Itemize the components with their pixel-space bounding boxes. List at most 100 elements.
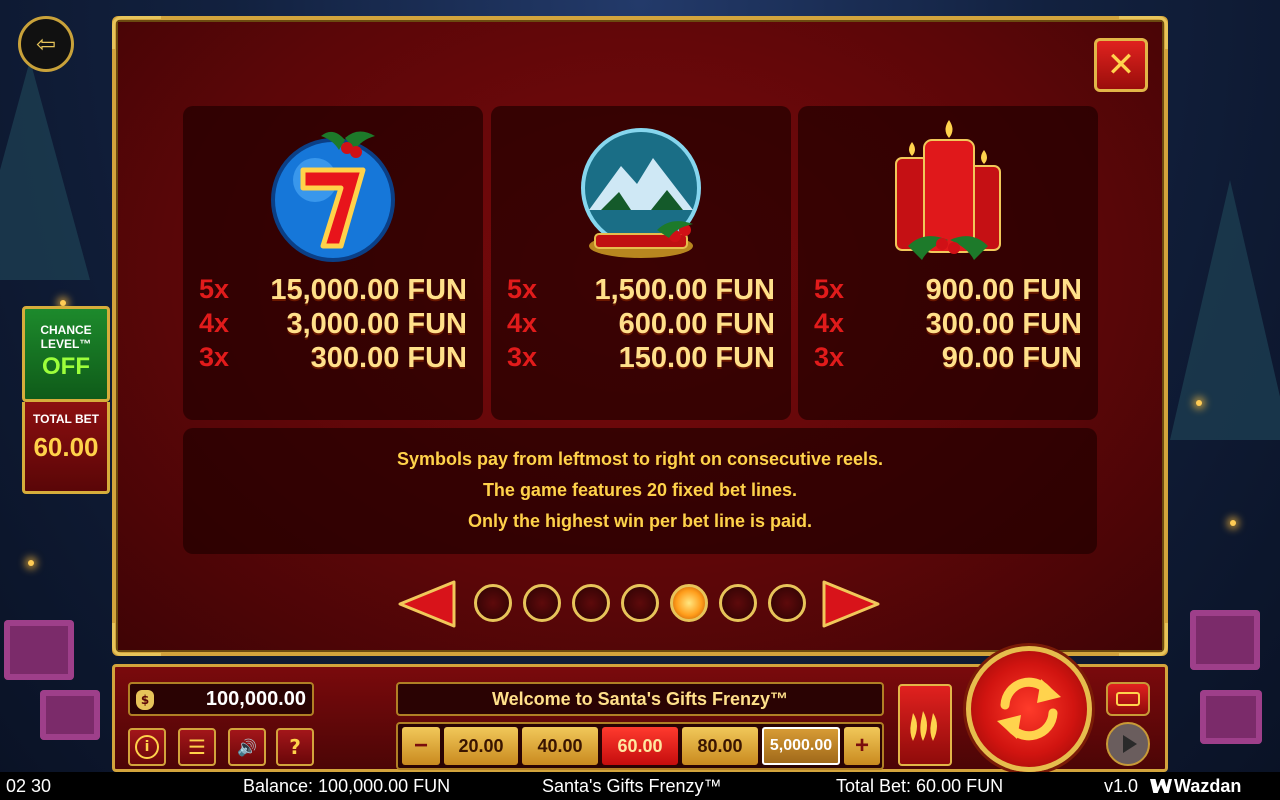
payout-value: 300.00 FUN bbox=[310, 342, 467, 374]
background-tree bbox=[1170, 180, 1280, 440]
payout-value: 300.00 FUN bbox=[925, 308, 1082, 340]
payout-multiplier: 3x bbox=[814, 342, 845, 372]
total-bet-label: TOTAL BET bbox=[33, 412, 99, 426]
frame-ornament bbox=[112, 623, 161, 656]
payout-multiplier: 5x bbox=[814, 274, 845, 304]
page-dot[interactable] bbox=[474, 584, 512, 622]
symbol-panel-snow-globe: 5x 1,500.00 FUN 4x 600.00 FUN 3x 150.00 … bbox=[491, 106, 791, 420]
next-page-arrow-icon[interactable] bbox=[822, 580, 882, 628]
background-gift bbox=[4, 620, 74, 680]
status-balance: Balance: 100,000.00 FUN bbox=[243, 776, 451, 796]
autoplay-button[interactable] bbox=[1106, 722, 1150, 766]
chance-level-value: OFF bbox=[42, 353, 90, 380]
background-gift bbox=[40, 690, 100, 740]
background-light bbox=[28, 560, 34, 566]
bet-option[interactable]: 40.00 bbox=[522, 727, 598, 765]
info-button[interactable]: i bbox=[128, 728, 166, 766]
rules-line: Symbols pay from leftmost to right on co… bbox=[396, 449, 884, 469]
help-icon: ? bbox=[289, 735, 301, 759]
status-total-bet: Total Bet: 60.00 FUN bbox=[836, 776, 1004, 796]
payout-row: 5x 15,000.00 FUN bbox=[199, 274, 467, 308]
exit-icon: ⇦ bbox=[35, 30, 57, 58]
close-icon: ✕ bbox=[1106, 45, 1136, 85]
turbo-button[interactable] bbox=[898, 684, 952, 766]
background-light bbox=[1196, 400, 1202, 406]
sound-button[interactable]: 🔊 bbox=[228, 728, 266, 766]
brand-name: Wazdan bbox=[1174, 776, 1242, 796]
previous-page-arrow-icon[interactable] bbox=[396, 580, 456, 628]
menu-icon: ☰ bbox=[188, 735, 206, 759]
background-light bbox=[1230, 520, 1236, 526]
payout-row: 4x 3,000.00 FUN bbox=[199, 308, 467, 342]
status-bar: 02 30 Balance: 100,000.00 FUN Santa's Gi… bbox=[0, 772, 1280, 800]
chance-level-label: CHANCE LEVEL™ bbox=[40, 323, 92, 351]
clock: 02 30 bbox=[6, 776, 52, 796]
rules-line: The game features 20 fixed bet lines. bbox=[482, 480, 798, 500]
frame-ornament bbox=[1119, 623, 1168, 656]
bet-selector: − 20.00 40.00 60.00 80.00 5,000.00 + bbox=[396, 722, 884, 770]
message-display: Welcome to Santa's Gifts Frenzy™ bbox=[396, 682, 884, 716]
payout-value: 15,000.00 FUN bbox=[270, 274, 467, 306]
balance-display: $ 100,000.00 bbox=[128, 682, 314, 716]
bet-option[interactable]: 80.00 bbox=[682, 727, 758, 765]
bet-option-custom[interactable]: 5,000.00 bbox=[762, 727, 840, 765]
page-dot[interactable] bbox=[768, 584, 806, 622]
payout-value: 3,000.00 FUN bbox=[286, 308, 467, 340]
brand-logo: Wazdan bbox=[1150, 776, 1241, 797]
payout-row: 3x 150.00 FUN bbox=[507, 342, 775, 376]
sound-icon: 🔊 bbox=[237, 737, 257, 757]
payout-row: 4x 300.00 FUN bbox=[814, 308, 1082, 342]
card-icon bbox=[1116, 692, 1140, 706]
chance-level-panel[interactable]: CHANCE LEVEL™ OFF bbox=[22, 306, 110, 402]
page-dot[interactable] bbox=[523, 584, 561, 622]
version: v1.0 bbox=[1104, 776, 1139, 796]
payout-value: 600.00 FUN bbox=[618, 308, 775, 340]
background-gift bbox=[1200, 690, 1262, 744]
payout-multiplier: 4x bbox=[814, 308, 845, 338]
background-tree bbox=[0, 60, 90, 280]
payout-multiplier: 3x bbox=[507, 342, 538, 372]
payout-multiplier: 4x bbox=[507, 308, 538, 338]
bet-option[interactable]: 20.00 bbox=[444, 727, 518, 765]
page-dot[interactable] bbox=[621, 584, 659, 622]
payout-row: 5x 900.00 FUN bbox=[814, 274, 1082, 308]
payout-row: 3x 90.00 FUN bbox=[814, 342, 1082, 376]
total-bet-panel: TOTAL BET 60.00 bbox=[22, 402, 110, 494]
spin-button[interactable] bbox=[966, 646, 1092, 772]
rules-info-panel: Symbols pay from leftmost to right on co… bbox=[183, 428, 1097, 554]
status-game-title: Santa's Gifts Frenzy™ bbox=[542, 776, 722, 796]
payout-row: 4x 600.00 FUN bbox=[507, 308, 775, 342]
payout-value: 900.00 FUN bbox=[925, 274, 1082, 306]
chili-peppers-icon bbox=[910, 711, 937, 741]
payout-value: 1,500.00 FUN bbox=[594, 274, 775, 306]
payout-row: 3x 300.00 FUN bbox=[199, 342, 467, 376]
play-icon bbox=[1123, 735, 1137, 753]
symbol-panel-seven: 5x 15,000.00 FUN 4x 3,000.00 FUN 3x 300.… bbox=[183, 106, 483, 420]
bet-increase-button[interactable]: + bbox=[844, 727, 880, 765]
balance-value: 100,000.00 bbox=[205, 688, 306, 710]
page-dot[interactable] bbox=[719, 584, 757, 622]
payout-value: 150.00 FUN bbox=[618, 342, 775, 374]
exit-button[interactable]: ⇦ bbox=[18, 16, 74, 72]
help-button[interactable]: ? bbox=[276, 728, 314, 766]
money-bag-icon: $ bbox=[136, 690, 154, 710]
background-gift bbox=[1190, 610, 1260, 670]
page-dot[interactable] bbox=[572, 584, 610, 622]
menu-button[interactable]: ☰ bbox=[178, 728, 216, 766]
payout-multiplier: 5x bbox=[199, 274, 230, 304]
bet-decrease-button[interactable]: − bbox=[402, 727, 440, 765]
payout-multiplier: 5x bbox=[507, 274, 538, 304]
wazdan-logo-icon bbox=[1150, 779, 1172, 793]
page-dot-active[interactable] bbox=[670, 584, 708, 622]
lucky-seven-icon bbox=[271, 131, 395, 262]
frame-ornament bbox=[112, 16, 161, 49]
snow-globe-icon bbox=[581, 128, 701, 258]
close-paytable-button[interactable]: ✕ bbox=[1094, 38, 1148, 92]
bet-option-selected[interactable]: 60.00 bbox=[602, 727, 678, 765]
rules-line: Only the highest win per bet line is pai… bbox=[467, 511, 813, 531]
symbol-panel-candles: 5x 900.00 FUN 4x 300.00 FUN 3x 90.00 FUN bbox=[798, 106, 1098, 420]
total-bet-value: 60.00 bbox=[33, 432, 99, 462]
spin-arrows-icon bbox=[997, 677, 1061, 741]
candles-icon bbox=[895, 120, 1001, 260]
bonus-buy-button[interactable] bbox=[1106, 682, 1150, 716]
